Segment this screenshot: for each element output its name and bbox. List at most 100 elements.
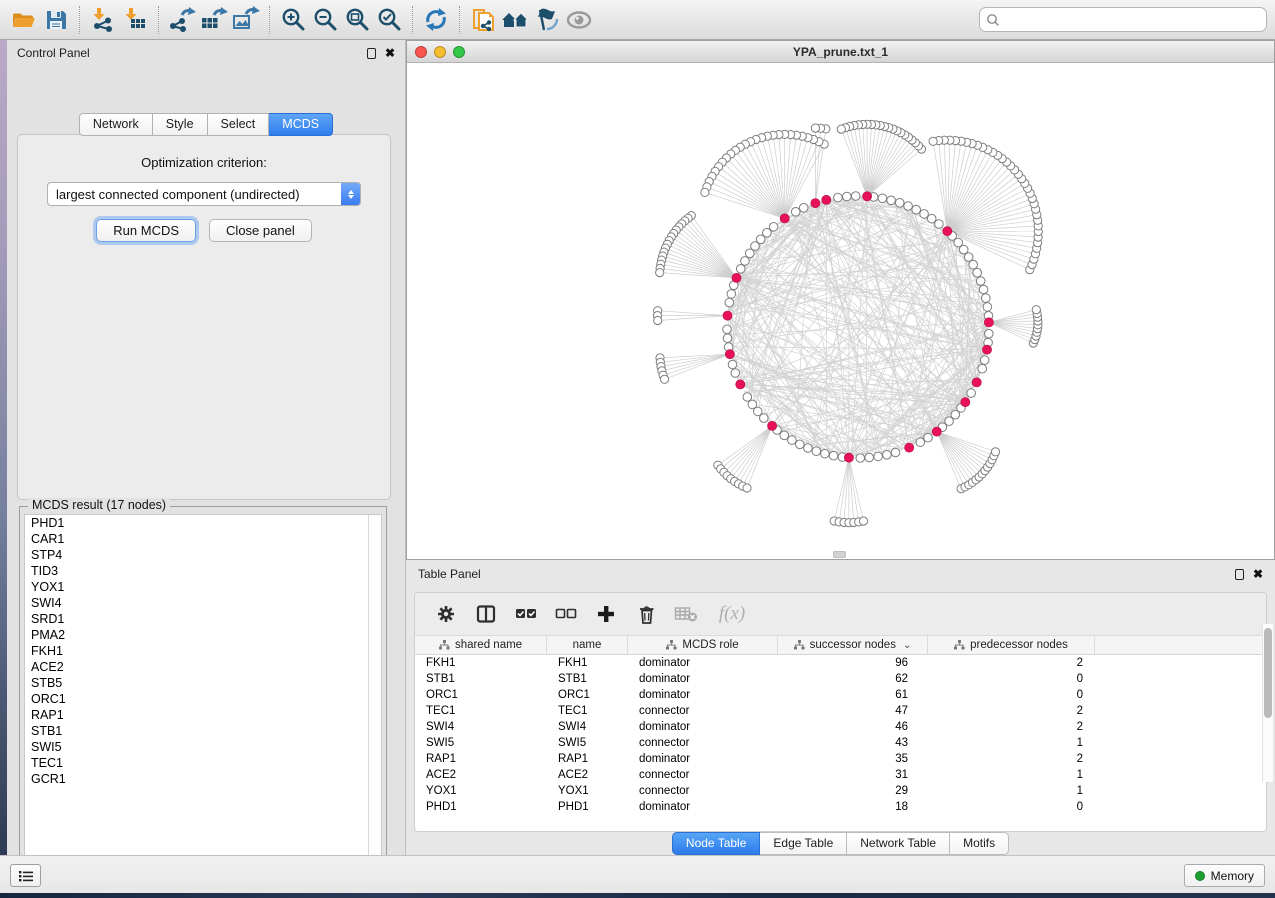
table-row[interactable]: SWI4SWI4dominator462 — [415, 719, 1266, 735]
tab-edge-table[interactable]: Edge Table — [760, 832, 847, 855]
close-table-panel-icon[interactable]: ✖ — [1253, 568, 1263, 580]
columns-icon[interactable] — [473, 601, 499, 627]
mcds-result-item[interactable]: RAP1 — [25, 707, 381, 723]
node-table-card: f(x) shared namenameMCDS rolesuccessor n… — [414, 592, 1267, 832]
mcds-result-item[interactable]: SRD1 — [25, 611, 381, 627]
mcds-result-item[interactable]: YOX1 — [25, 579, 381, 595]
float-panel-icon[interactable] — [367, 48, 376, 59]
home-icon[interactable] — [499, 4, 531, 36]
trash-icon[interactable] — [633, 601, 659, 627]
table-row[interactable]: PHD1PHD1dominator180 — [415, 799, 1266, 815]
network-window: YPA_prune.txt_1 — [406, 40, 1275, 560]
mcds-result-item[interactable]: STB5 — [25, 675, 381, 691]
table-scrollbar-thumb[interactable] — [1264, 628, 1272, 718]
table-row[interactable]: YOX1YOX1connector291 — [415, 783, 1266, 799]
export-image-icon[interactable] — [230, 4, 262, 36]
network-graph[interactable] — [407, 63, 1274, 560]
mcds-list-scrollbar[interactable] — [368, 515, 381, 871]
details-flag-icon[interactable] — [531, 4, 563, 36]
table-row[interactable]: TEC1TEC1connector472 — [415, 703, 1266, 719]
column-header-shared-name[interactable]: shared name — [415, 636, 547, 654]
run-mcds-button[interactable]: Run MCDS — [96, 219, 196, 242]
mcds-result-item[interactable]: ACE2 — [25, 659, 381, 675]
import-table-icon[interactable] — [119, 4, 151, 36]
table-row[interactable]: STB1STB1dominator620 — [415, 671, 1266, 687]
tab-mcds[interactable]: MCDS — [269, 113, 333, 136]
cell-successor-nodes: 18 — [778, 799, 928, 815]
mcds-result-item[interactable]: GCR1 — [25, 771, 381, 787]
mcds-result-item[interactable]: ORC1 — [25, 691, 381, 707]
open-icon[interactable] — [8, 4, 40, 36]
tab-select[interactable]: Select — [208, 113, 270, 136]
task-history-button[interactable] — [10, 864, 41, 887]
table-row[interactable]: ACE2ACE2connector311 — [415, 767, 1266, 783]
cell-MCDS-role: dominator — [628, 799, 778, 815]
memory-button[interactable]: Memory — [1184, 864, 1265, 887]
mcds-result-item[interactable]: CAR1 — [25, 531, 381, 547]
column-type-icon — [954, 640, 965, 650]
close-panel-icon[interactable]: ✖ — [385, 47, 395, 59]
eye-icon[interactable] — [563, 4, 595, 36]
mcds-result-item[interactable]: TEC1 — [25, 755, 381, 771]
tab-network[interactable]: Network — [79, 113, 153, 136]
cell-successor-nodes: 46 — [778, 719, 928, 735]
column-header-name[interactable]: name — [547, 636, 628, 654]
select-all-icon[interactable] — [513, 601, 539, 627]
delete-table-icon[interactable] — [673, 601, 699, 627]
search-input[interactable] — [1000, 10, 1260, 30]
table-rows: FKH1FKH1dominator962STB1STB1dominator620… — [415, 655, 1266, 817]
mcds-result-item[interactable]: FKH1 — [25, 643, 381, 659]
mcds-result-item[interactable]: TID3 — [25, 563, 381, 579]
table-row[interactable]: ORC1ORC1dominator610 — [415, 687, 1266, 703]
close-panel-button[interactable]: Close panel — [209, 219, 312, 242]
tab-motifs[interactable]: Motifs — [950, 832, 1009, 855]
export-network-icon[interactable] — [166, 4, 198, 36]
table-row[interactable]: RAP1RAP1dominator352 — [415, 751, 1266, 767]
save-icon[interactable] — [40, 4, 72, 36]
table-scrollbar[interactable] — [1262, 624, 1273, 782]
share-network-document-icon[interactable] — [467, 4, 499, 36]
table-row[interactable]: SWI5SWI5connector431 — [415, 735, 1266, 751]
function-icon[interactable]: f(x) — [713, 601, 751, 627]
mcds-result-title: MCDS result (17 nodes) — [28, 498, 170, 512]
cytoscape-window: Control Panel ✖ NetworkStyleSelectMCDS O… — [0, 0, 1275, 898]
mcds-result-item[interactable]: STB1 — [25, 723, 381, 739]
zoom-selected-icon[interactable] — [373, 4, 405, 36]
optimization-criterion-select[interactable]: largest connected component (undirected) — [47, 182, 361, 206]
column-header-predecessor-nodes[interactable]: predecessor nodes — [928, 636, 1095, 654]
network-window-titlebar[interactable]: YPA_prune.txt_1 — [407, 41, 1274, 63]
mcds-result-item[interactable]: SWI5 — [25, 739, 381, 755]
search-box[interactable] — [979, 7, 1267, 32]
network-canvas[interactable] — [407, 63, 1274, 559]
mcds-result-item[interactable]: PHD1 — [25, 515, 381, 531]
table-row[interactable]: FKH1FKH1dominator962 — [415, 655, 1266, 671]
table-toolbar: f(x) — [415, 593, 1266, 635]
memory-label: Memory — [1211, 869, 1254, 883]
deselect-all-icon[interactable] — [553, 601, 579, 627]
mcds-result-item[interactable]: STP4 — [25, 547, 381, 563]
import-network-icon[interactable] — [87, 4, 119, 36]
zoom-fit-icon[interactable] — [341, 4, 373, 36]
float-table-panel-icon[interactable] — [1235, 569, 1244, 580]
cell-MCDS-role: connector — [628, 767, 778, 783]
zoom-in-icon[interactable] — [277, 4, 309, 36]
add-icon[interactable] — [593, 601, 619, 627]
tab-node-table[interactable]: Node Table — [672, 832, 761, 855]
export-table-icon[interactable] — [198, 4, 230, 36]
mcds-result-item[interactable]: SWI4 — [25, 595, 381, 611]
column-header-MCDS-role[interactable]: MCDS role — [628, 636, 778, 654]
mcds-result-list[interactable]: PHD1CAR1STP4TID3YOX1SWI4SRD1PMA2FKH1ACE2… — [24, 514, 382, 872]
table-panel-header: Table Panel ✖ — [406, 560, 1275, 588]
gear-icon[interactable] — [433, 601, 459, 627]
cell-successor-nodes: 31 — [778, 767, 928, 783]
cell-name: RAP1 — [547, 751, 628, 767]
mcds-result-item[interactable]: PMA2 — [25, 627, 381, 643]
tab-network-table[interactable]: Network Table — [847, 832, 950, 855]
panel-splitter-handle[interactable] — [833, 551, 846, 558]
column-header-successor-nodes[interactable]: successor nodes⌄ — [778, 636, 928, 654]
column-header-filler — [1095, 636, 1266, 654]
zoom-out-icon[interactable] — [309, 4, 341, 36]
refresh-icon[interactable] — [420, 4, 452, 36]
tab-style[interactable]: Style — [153, 113, 208, 136]
control-panel-header: Control Panel ✖ — [7, 40, 405, 66]
